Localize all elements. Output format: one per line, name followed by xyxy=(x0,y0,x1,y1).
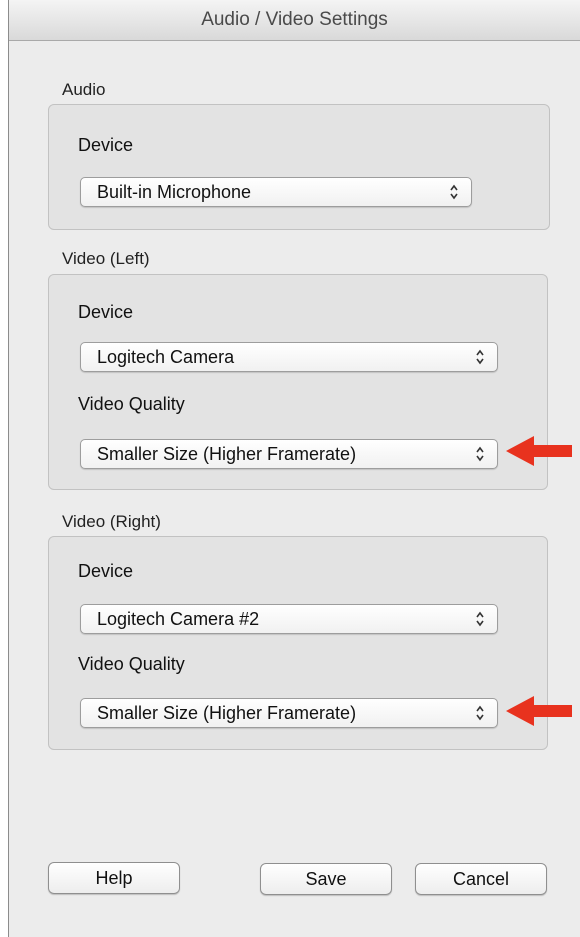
video-left-device-popup[interactable]: Logitech Camera xyxy=(80,342,498,372)
audio-device-popup[interactable]: Built-in Microphone xyxy=(80,177,472,207)
video-right-quality-label: Video Quality xyxy=(78,654,185,674)
updown-chevron-icon xyxy=(476,611,484,627)
audio-section-label: Audio xyxy=(62,80,106,99)
video-left-quality-value: Smaller Size (Higher Framerate) xyxy=(97,444,357,464)
audio-group-box: Device Built-in Microphone xyxy=(48,104,550,230)
video-right-group-box: Device Logitech Camera #2 Video Quality … xyxy=(48,536,548,750)
video-left-section-label: Video (Left) xyxy=(62,249,150,268)
window-title: Audio / Video Settings xyxy=(9,0,580,41)
save-button[interactable]: Save xyxy=(260,863,392,895)
video-right-device-popup[interactable]: Logitech Camera #2 xyxy=(80,604,498,634)
updown-chevron-icon xyxy=(476,446,484,462)
video-left-quality-label: Video Quality xyxy=(78,394,185,414)
video-right-device-label: Device xyxy=(78,561,134,581)
video-right-quality-value: Smaller Size (Higher Framerate) xyxy=(97,703,357,723)
updown-chevron-icon xyxy=(476,705,484,721)
video-left-group-box: Device Logitech Camera Video Quality Sma… xyxy=(48,274,548,490)
video-left-device-label: Device xyxy=(78,302,134,322)
help-button[interactable]: Help xyxy=(48,862,180,894)
red-arrow-icon xyxy=(506,436,572,466)
red-arrow-icon xyxy=(506,696,572,726)
audio-device-label: Device xyxy=(78,135,134,155)
audio-device-value: Built-in Microphone xyxy=(97,182,252,202)
video-right-section-label: Video (Right) xyxy=(62,512,161,531)
settings-window: Audio / Video Settings Audio Device Buil… xyxy=(8,0,580,937)
video-left-device-value: Logitech Camera xyxy=(97,347,235,367)
updown-chevron-icon xyxy=(450,184,458,200)
updown-chevron-icon xyxy=(476,349,484,365)
video-left-quality-popup[interactable]: Smaller Size (Higher Framerate) xyxy=(80,439,498,469)
video-right-device-value: Logitech Camera #2 xyxy=(97,609,260,629)
cancel-button[interactable]: Cancel xyxy=(415,863,547,895)
video-right-quality-popup[interactable]: Smaller Size (Higher Framerate) xyxy=(80,698,498,728)
